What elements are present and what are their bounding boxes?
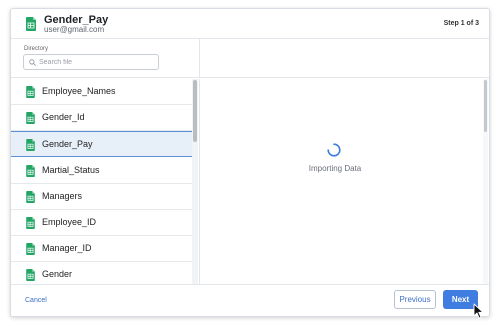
cancel-button[interactable]: Cancel [25, 297, 47, 304]
google-sheets-icon [26, 269, 35, 281]
previous-button[interactable]: Previous [394, 290, 436, 309]
list-item-label: Gender_Id [42, 112, 85, 122]
search-icon [29, 59, 36, 66]
list-item[interactable]: Manager_ID [11, 236, 193, 262]
list-item[interactable]: Gender_Id [11, 105, 193, 131]
directory-label: Directory [24, 46, 49, 52]
search-box[interactable] [23, 54, 159, 70]
list-item-label: Gender [42, 269, 73, 279]
loading-status: Importing Data [308, 164, 362, 173]
loading-spinner-icon [327, 143, 341, 157]
directory-bar: Directory [11, 39, 489, 78]
list-item-label: Employee_ID [42, 217, 97, 227]
google-sheets-icon [26, 112, 35, 124]
google-sheets-icon [26, 17, 36, 31]
search-input[interactable] [39, 56, 154, 68]
list-item[interactable]: Gender [11, 262, 193, 284]
preview-scrollbar[interactable] [483, 79, 488, 284]
list-item[interactable]: Employee_Names [11, 79, 193, 105]
directory-panel: Directory [11, 39, 200, 78]
mouse-pointer-icon [473, 303, 484, 319]
file-list: Employee_Names Gender_Id Gender_Pay Mart… [11, 79, 194, 284]
file-list-scrollbar[interactable] [192, 79, 198, 284]
list-item[interactable]: Employee_ID [11, 210, 193, 236]
scrollbar-thumb[interactable] [484, 80, 487, 132]
dialog-header: Gender_Pay user@gmail.com Step 1 of 3 [11, 9, 489, 39]
google-sheets-icon [26, 139, 35, 151]
list-item-selected[interactable]: Gender_Pay [11, 131, 193, 157]
list-item[interactable]: Martial_Status [11, 158, 193, 184]
list-item[interactable]: Managers [11, 184, 193, 210]
list-item-label: Managers [42, 191, 83, 201]
google-sheets-icon [26, 165, 35, 177]
account-email: user@gmail.com [44, 25, 105, 34]
list-item-label: Manager_ID [42, 243, 92, 253]
scrollbar-thumb[interactable] [193, 80, 197, 142]
list-item-label: Martial_Status [42, 165, 100, 175]
dialog-footer: Cancel Previous Next [11, 284, 489, 316]
list-item-label: Gender_Pay [42, 139, 93, 149]
step-indicator: Step 1 of 3 [443, 20, 479, 27]
list-item-label: Employee_Names [42, 86, 116, 96]
import-dialog: Gender_Pay user@gmail.com Step 1 of 3 Di… [10, 8, 490, 317]
google-sheets-icon [26, 86, 35, 98]
preview-panel [200, 79, 489, 284]
google-sheets-icon [26, 217, 35, 229]
google-sheets-icon [26, 243, 35, 255]
google-sheets-icon [26, 191, 35, 203]
